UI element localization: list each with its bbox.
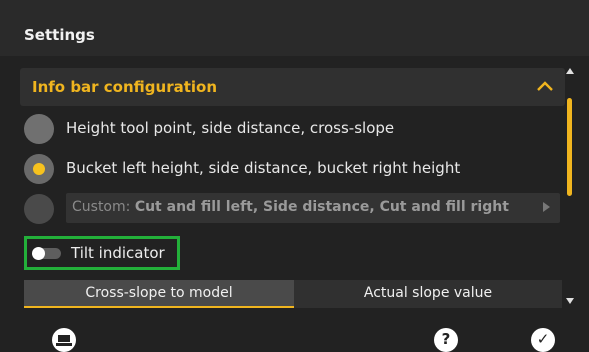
slope-mode-segmented-control: Cross-slope to model Actual slope value — [24, 280, 562, 308]
play-arrow-icon[interactable] — [543, 202, 550, 212]
radio-button[interactable] — [24, 194, 54, 224]
custom-value: Cut and fill left, Side distance, Cut an… — [134, 199, 509, 215]
segment-cross-slope[interactable]: Cross-slope to model — [24, 280, 294, 308]
option-label: Height tool point, side distance, cross-… — [66, 119, 395, 137]
custom-text: Custom: Cut and fill left, Side distance… — [72, 199, 509, 215]
custom-prefix: Custom: — [72, 199, 131, 215]
scroll-thumb[interactable] — [567, 98, 572, 196]
page-title: Settings — [24, 26, 95, 44]
settings-window: Settings Info bar configuration Height t… — [0, 0, 589, 352]
section-title: Info bar configuration — [32, 78, 218, 96]
footer: ? ✓ — [0, 322, 589, 352]
header: Settings — [0, 0, 589, 56]
machine-settings-icon[interactable] — [52, 328, 76, 352]
custom-selector[interactable]: Custom: Cut and fill left, Side distance… — [66, 193, 560, 223]
scrollbar[interactable] — [565, 68, 577, 304]
help-icon[interactable]: ? — [434, 328, 458, 352]
settings-panel: Info bar configuration Height tool point… — [20, 60, 565, 320]
tilt-toggle[interactable] — [32, 247, 61, 260]
scroll-up-arrow-icon[interactable] — [566, 68, 574, 74]
segment-actual-slope[interactable]: Actual slope value — [294, 280, 562, 308]
radio-button[interactable] — [24, 114, 54, 144]
option-custom[interactable]: Custom: Cut and fill left, Side distance… — [24, 193, 564, 228]
scroll-down-arrow-icon[interactable] — [566, 298, 574, 304]
radio-button-selected[interactable] — [24, 154, 54, 184]
help-glyph: ? — [441, 330, 451, 348]
option-bucket[interactable]: Bucket left height, side distance, bucke… — [24, 154, 564, 188]
section-header[interactable]: Info bar configuration — [20, 68, 565, 106]
chevron-up-icon[interactable] — [535, 76, 555, 96]
option-label: Bucket left height, side distance, bucke… — [66, 159, 461, 177]
checkmark-icon[interactable]: ✓ — [531, 328, 555, 352]
segment-label: Actual slope value — [363, 285, 493, 301]
tilt-indicator-row[interactable]: Tilt indicator — [24, 236, 180, 270]
tilt-label: Tilt indicator — [71, 244, 165, 262]
option-height-tool[interactable]: Height tool point, side distance, cross-… — [24, 114, 564, 148]
confirm-glyph: ✓ — [536, 330, 550, 348]
toggle-knob — [32, 247, 45, 260]
segment-label: Cross-slope to model — [85, 285, 233, 301]
